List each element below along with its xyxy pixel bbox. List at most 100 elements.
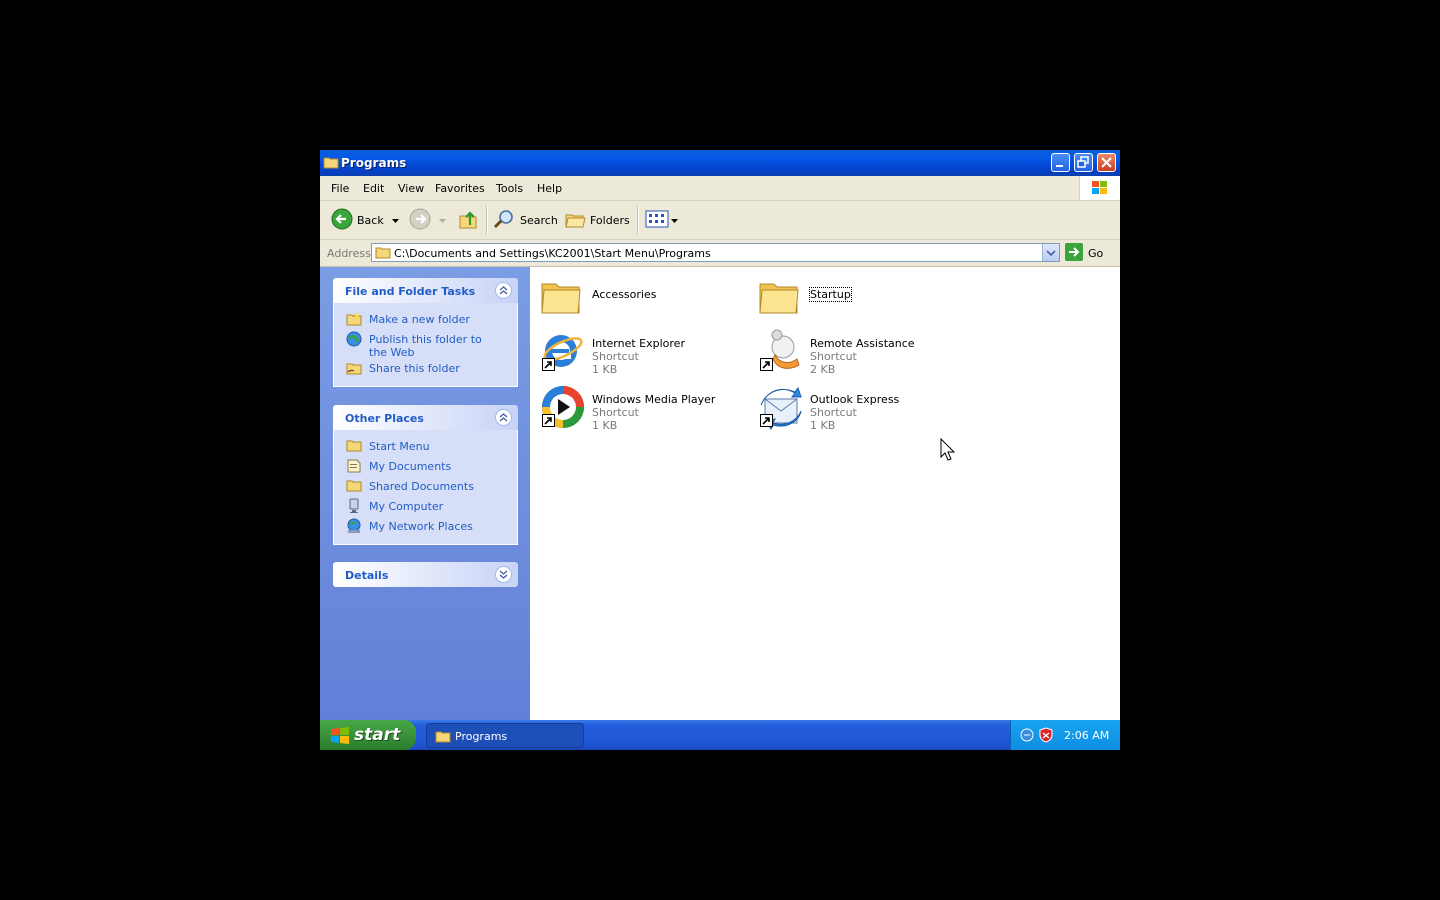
task-pane: File and Folder Tasks Make a new folder	[320, 267, 530, 720]
expand-chevron-icon[interactable]	[495, 566, 512, 583]
file-item-outlook-express[interactable]: Outlook Express Shortcut 1 KB	[753, 383, 963, 435]
other-places-group: Other Places Start Menu My Documents Sha…	[333, 405, 518, 545]
file-item-windows-media-player[interactable]: Windows Media Player Shortcut 1 KB	[535, 383, 745, 435]
folder-icon	[539, 274, 587, 322]
file-folder-tasks-header[interactable]: File and Folder Tasks	[333, 278, 518, 303]
up-folder-button[interactable]	[457, 207, 479, 233]
task-label: Make a new folder	[369, 313, 470, 326]
file-name: Remote Assistance	[810, 337, 915, 350]
share-folder-icon	[346, 360, 362, 378]
folder-icon	[346, 438, 362, 455]
up-folder-icon	[457, 208, 479, 233]
windows-logo-icon	[1079, 176, 1120, 200]
start-button[interactable]: start	[320, 720, 416, 750]
folder-icon	[346, 478, 362, 495]
task-publish-folder-web[interactable]: Publish this folder to the Web	[334, 330, 517, 359]
task-make-new-folder[interactable]: Make a new folder	[334, 310, 517, 330]
back-button[interactable]: Back	[331, 207, 399, 233]
menu-help[interactable]: Help	[537, 182, 562, 195]
group-title: File and Folder Tasks	[345, 285, 476, 298]
chevron-down-icon[interactable]	[439, 214, 446, 227]
window-title: Programs	[341, 156, 407, 170]
network-icon	[346, 518, 362, 537]
forward-button[interactable]	[409, 207, 446, 233]
back-arrow-icon	[331, 208, 353, 233]
file-size: 1 KB	[810, 419, 836, 432]
place-start-menu[interactable]: Start Menu	[334, 437, 517, 457]
go-label: Go	[1088, 246, 1104, 260]
place-label: My Documents	[369, 460, 452, 473]
task-label: Share this folder	[369, 362, 460, 375]
file-item-internet-explorer[interactable]: Internet Explorer Shortcut 1 KB	[535, 327, 745, 379]
remote-assistance-icon	[757, 327, 805, 375]
file-folder-tasks-group: File and Folder Tasks Make a new folder	[333, 278, 518, 387]
menu-edit[interactable]: Edit	[363, 182, 384, 195]
menu-favorites[interactable]: Favorites	[435, 182, 485, 195]
place-shared-documents[interactable]: Shared Documents	[334, 477, 517, 497]
file-type: Shortcut	[592, 350, 639, 363]
place-my-documents[interactable]: My Documents	[334, 457, 517, 477]
file-name: Windows Media Player	[592, 393, 716, 406]
restore-button[interactable]	[1074, 153, 1093, 172]
file-item-remote-assistance[interactable]: Remote Assistance Shortcut 2 KB	[753, 327, 963, 379]
taskbar-window-label: Programs	[455, 730, 508, 743]
internet-explorer-icon	[539, 327, 587, 375]
system-tray: 2:06 AM	[1010, 720, 1120, 750]
details-header[interactable]: Details	[333, 562, 518, 587]
group-title: Details	[345, 569, 389, 582]
chevron-down-icon[interactable]	[671, 214, 678, 227]
search-button[interactable]: Search	[492, 207, 558, 233]
search-label: Search	[520, 213, 558, 227]
outlook-express-icon	[757, 383, 805, 431]
other-places-header[interactable]: Other Places	[333, 405, 518, 430]
start-label: start	[354, 725, 401, 745]
menu-tools[interactable]: Tools	[496, 182, 523, 195]
task-label: Publish this folder to the Web	[369, 333, 482, 359]
folders-button[interactable]: Folders	[564, 207, 630, 233]
shortcut-arrow-icon	[760, 358, 773, 371]
file-view: Accessories Startup Internet Explorer Sh…	[530, 267, 1120, 720]
views-button[interactable]	[645, 207, 678, 233]
shortcut-arrow-icon	[542, 358, 555, 371]
address-input[interactable]: C:\Documents and Settings\KC2001\Start M…	[371, 243, 1060, 262]
place-my-network-places[interactable]: My Network Places	[334, 517, 517, 537]
file-size: 1 KB	[592, 419, 618, 432]
folder-icon	[757, 274, 805, 322]
file-item-accessories[interactable]: Accessories	[535, 274, 745, 326]
network-tray-icon[interactable]	[1019, 727, 1035, 746]
desktop-screen: Programs File Edit View Favorites Tools …	[320, 150, 1120, 750]
globe-icon	[346, 331, 362, 350]
address-bar: Address C:\Documents and Settings\KC2001…	[320, 240, 1120, 267]
go-button[interactable]: Go	[1065, 242, 1104, 264]
menu-view[interactable]: View	[398, 182, 424, 195]
toolbar-separator	[486, 206, 488, 234]
place-label: My Network Places	[369, 520, 473, 533]
file-type: Shortcut	[810, 406, 857, 419]
chevron-down-icon[interactable]	[391, 214, 399, 227]
go-arrow-icon	[1065, 242, 1083, 264]
place-label: Start Menu	[369, 440, 430, 453]
address-dropdown-button[interactable]	[1042, 244, 1059, 261]
menu-file[interactable]: File	[331, 182, 349, 195]
collapse-chevron-icon[interactable]	[495, 409, 512, 426]
media-player-icon	[539, 383, 587, 431]
details-group: Details	[333, 562, 518, 587]
shortcut-arrow-icon	[760, 414, 773, 427]
task-share-folder[interactable]: Share this folder	[334, 359, 517, 379]
windows-flag-icon	[330, 727, 350, 747]
security-shield-icon[interactable]	[1039, 727, 1053, 746]
taskbar-window-programs[interactable]: Programs	[426, 723, 584, 748]
address-label: Address	[327, 247, 371, 260]
title-bar[interactable]: Programs	[320, 150, 1120, 176]
file-name: Outlook Express	[810, 393, 900, 406]
clock: 2:06 AM	[1064, 729, 1110, 742]
collapse-chevron-icon[interactable]	[495, 282, 512, 299]
close-button[interactable]	[1097, 153, 1116, 172]
group-title: Other Places	[345, 412, 424, 425]
computer-icon	[346, 498, 362, 517]
minimize-button[interactable]	[1051, 153, 1070, 172]
place-my-computer[interactable]: My Computer	[334, 497, 517, 517]
menu-bar: File Edit View Favorites Tools Help	[320, 176, 1120, 201]
place-label: My Computer	[369, 500, 444, 513]
file-item-startup[interactable]: Startup	[753, 274, 963, 326]
